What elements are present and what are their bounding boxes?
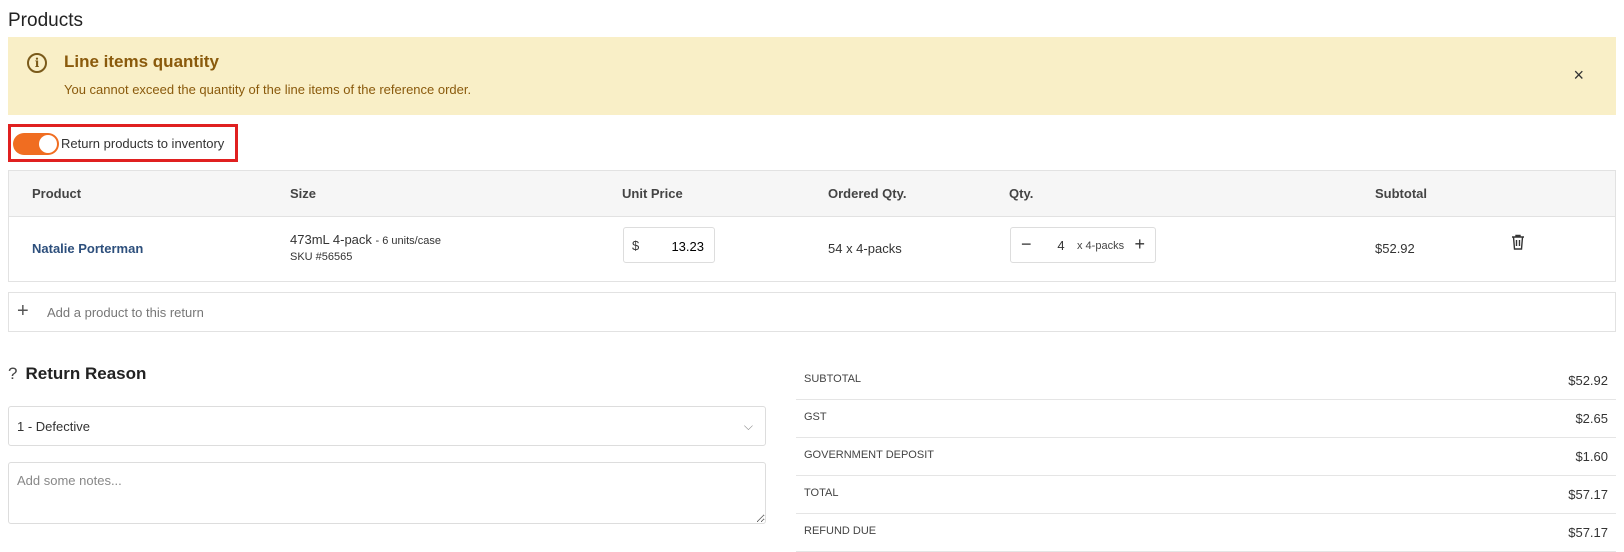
product-sku: SKU #56565: [290, 251, 353, 263]
quantity-unit: x 4-packs: [1077, 240, 1125, 252]
add-product-label: Add a product to this return: [47, 305, 204, 320]
totals-row: REFUND DUE $57.17: [796, 514, 1616, 552]
totals-amount: $1.60: [1575, 449, 1608, 464]
return-to-inventory-toggle[interactable]: [13, 133, 59, 155]
toggle-label: Return products to inventory: [61, 136, 225, 151]
product-name-link[interactable]: Natalie Porterman: [32, 241, 143, 256]
size-label: 473mL 4-pack: [290, 232, 372, 247]
currency-symbol: $: [632, 238, 640, 253]
return-reason-heading: ? Return Reason: [8, 364, 146, 384]
alert-message: You cannot exceed the quantity of the li…: [64, 82, 472, 97]
quantity-stepper[interactable]: − 4 x 4-packs +: [1010, 227, 1156, 263]
header-qty: Qty.: [1009, 186, 1034, 201]
totals-label: REFUND DUE: [804, 525, 877, 537]
totals-amount: $57.17: [1568, 487, 1608, 502]
selected-reason: 1 - Defective: [17, 419, 90, 434]
chevron-down-icon: ⌵: [743, 419, 753, 433]
alert-title: Line items quantity: [64, 52, 219, 71]
page-title: Products: [8, 10, 83, 31]
row-subtotal: $52.92: [1375, 241, 1415, 256]
product-size: 473mL 4-pack - 6 units/case: [290, 232, 441, 247]
trash-icon[interactable]: [1511, 234, 1525, 250]
help-icon[interactable]: ?: [8, 364, 17, 383]
close-icon[interactable]: ×: [1573, 65, 1584, 86]
return-to-inventory-highlight: Return products to inventory: [8, 124, 238, 162]
totals-label: GOVERNMENT DEPOSIT: [804, 449, 934, 461]
products-table: Product Size Unit Price Ordered Qty. Qty…: [8, 170, 1616, 282]
header-subtotal: Subtotal: [1375, 186, 1427, 201]
toggle-knob: [39, 135, 57, 153]
totals-row: GOVERNMENT DEPOSIT $1.60: [796, 438, 1616, 476]
totals-amount: $57.17: [1568, 525, 1608, 540]
return-reason-select[interactable]: 1 - Defective ⌵: [8, 406, 766, 446]
unit-price-field[interactable]: $: [623, 227, 715, 263]
header-ordered-qty: Ordered Qty.: [828, 186, 907, 201]
add-product-row[interactable]: + Add a product to this return: [8, 292, 1616, 332]
totals-row: TOTAL $57.17: [796, 476, 1616, 514]
minus-icon[interactable]: −: [1021, 234, 1032, 255]
totals-panel: SUBTOTAL $52.92 GST $2.65 GOVERNMENT DEP…: [796, 362, 1616, 552]
unit-price-input[interactable]: [642, 238, 706, 255]
table-header: Product Size Unit Price Ordered Qty. Qty…: [9, 171, 1615, 217]
totals-row: SUBTOTAL $52.92: [796, 362, 1616, 400]
units-per-case: - 6 units/case: [375, 235, 441, 247]
header-unit-price: Unit Price: [622, 186, 683, 201]
totals-amount: $52.92: [1568, 373, 1608, 388]
quantity-value[interactable]: 4: [1051, 238, 1071, 253]
totals-label: TOTAL: [804, 487, 839, 499]
totals-amount: $2.65: [1575, 411, 1608, 426]
plus-icon[interactable]: +: [1134, 234, 1145, 255]
ordered-qty: 54 x 4-packs: [828, 241, 902, 256]
totals-row: GST $2.65: [796, 400, 1616, 438]
return-reason-title: Return Reason: [25, 364, 147, 383]
table-row: Natalie Porterman 473mL 4-pack - 6 units…: [9, 216, 1615, 282]
header-product: Product: [32, 186, 82, 201]
totals-label: GST: [804, 411, 827, 423]
plus-icon: +: [17, 300, 29, 322]
notes-textarea[interactable]: [8, 462, 766, 524]
alert-banner: i Line items quantity You cannot exceed …: [8, 37, 1616, 115]
info-icon: i: [27, 53, 47, 73]
totals-label: SUBTOTAL: [804, 373, 862, 385]
header-size: Size: [290, 186, 317, 201]
